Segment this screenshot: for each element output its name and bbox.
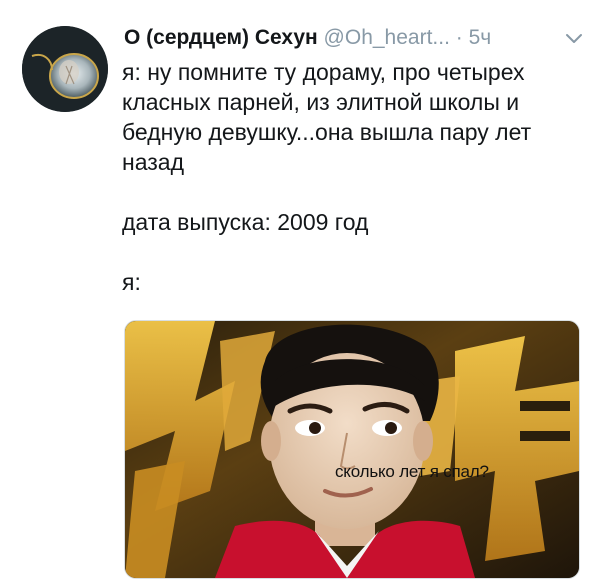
tweet-paragraph-1: я: ну помните ту дораму, про четырех кла… [122, 59, 532, 175]
separator-dot: · [455, 26, 463, 49]
media-caption: сколько лет я спал? [335, 462, 489, 481]
tweet-paragraph-2: дата выпуска: 2009 год [122, 209, 369, 235]
tweet-media[interactable]: сколько лет я спал? [124, 320, 580, 579]
tweet-header: О (сердцем) Сехун @Oh_heart... · 5ч [124, 24, 584, 52]
user-handle[interactable]: @Oh_heart... [324, 26, 450, 49]
tweet-paragraph-3: я: [122, 269, 141, 295]
media-photo [125, 321, 579, 578]
tweet-text: я: ну помните ту дораму, про четырех кла… [122, 57, 592, 297]
chevron-down-icon[interactable] [564, 28, 584, 48]
author-avatar[interactable] [22, 26, 108, 112]
timestamp[interactable]: 5ч [469, 26, 492, 49]
display-name[interactable]: О (сердцем) Сехун [124, 26, 318, 49]
avatar-image [22, 26, 108, 112]
tweet: О (сердцем) Сехун @Oh_heart... · 5ч я: н… [0, 0, 604, 582]
